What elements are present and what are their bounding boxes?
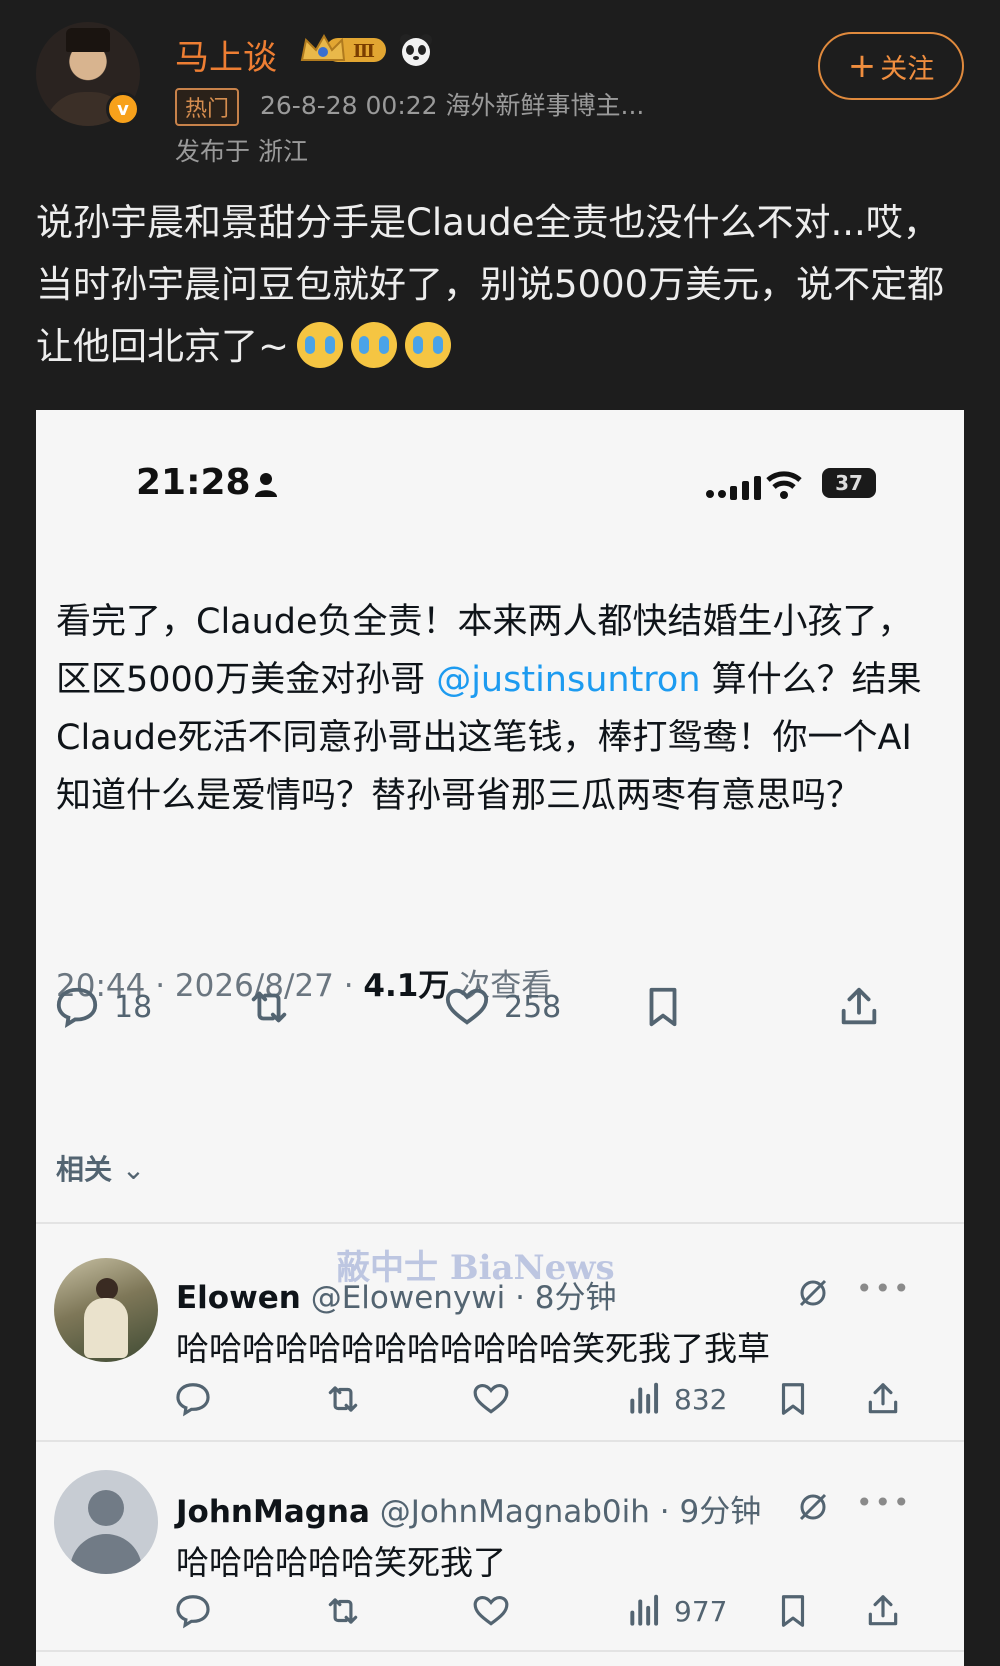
username[interactable]: 马上谈 <box>175 30 277 79</box>
retweet-icon <box>328 1386 358 1412</box>
reply-text: 哈哈哈哈哈哈哈哈哈哈哈哈笑死我了我草 <box>176 1329 770 1368</box>
views-count: 977 <box>674 1594 728 1628</box>
crying-emoji-icon <box>297 321 344 368</box>
grok-icon[interactable] <box>796 1490 830 1524</box>
hot-tag: 热门 <box>175 88 240 126</box>
share-icon <box>868 1595 898 1626</box>
retweet-button[interactable] <box>246 984 292 1030</box>
post-text-body: 说孙宇晨和景甜分手是Claude全责也没什么不对...哎，当时孙宇晨问豆包就好了… <box>36 201 945 368</box>
retweet-icon <box>251 991 287 1023</box>
reply-author-handle: @JohnMagnab0ih · 9分钟 <box>369 1494 762 1530</box>
post-location: 发布于 浙江 <box>175 137 308 166</box>
views-count: 832 <box>674 1382 728 1416</box>
share-button[interactable] <box>864 1380 902 1418</box>
share-button[interactable] <box>836 984 882 1030</box>
person-icon <box>255 473 277 497</box>
divider <box>36 1440 964 1442</box>
bookmark-button[interactable] <box>640 984 686 1030</box>
more-icon[interactable]: ••• <box>856 1272 912 1305</box>
watermark-text: 蔽中士 BiaNews <box>336 1248 615 1288</box>
crown-level-badge-icon: Ⅲ <box>300 33 386 62</box>
reply-text: 哈哈哈哈哈哈笑死我了 <box>176 1543 506 1582</box>
grok-icon[interactable] <box>796 1276 830 1310</box>
wifi-icon <box>766 471 802 499</box>
reply-author-name: JohnMagna <box>176 1494 370 1530</box>
reply-count: 18 <box>114 989 153 1025</box>
related-label: 相关 <box>56 1153 113 1186</box>
bookmark-icon <box>781 1383 805 1415</box>
share-button[interactable] <box>864 1592 902 1630</box>
follow-button[interactable]: + 关注 <box>818 32 964 100</box>
bookmark-icon <box>781 1595 805 1627</box>
reply-author[interactable]: JohnMagna @JohnMagnab0ih · 9分钟 <box>176 1486 761 1531</box>
verified-badge: v <box>106 92 140 126</box>
bookmark-icon <box>649 987 677 1027</box>
post-meta: 26-8-28 00:22 海外新鲜事博主... <box>260 91 645 120</box>
chevron-down-icon: ⌄ <box>121 1153 146 1186</box>
battery-icon: 37 <box>822 468 876 498</box>
tweet-text: 看完了，Claude负全责！本来两人都快结婚生小孩了，区区5000万美金对孙哥 … <box>56 593 946 825</box>
like-count: 258 <box>504 989 562 1025</box>
reply-icon <box>176 1383 210 1417</box>
crying-emoji-icon <box>351 321 398 368</box>
heart-icon <box>473 1595 509 1626</box>
reply-avatar[interactable] <box>54 1470 158 1574</box>
signal-icon <box>706 476 761 500</box>
more-icon[interactable]: ••• <box>856 1486 912 1519</box>
retweet-button[interactable] <box>324 1592 362 1630</box>
bookmark-button[interactable] <box>774 1592 812 1630</box>
share-icon <box>841 987 877 1025</box>
bookmark-button[interactable] <box>774 1380 812 1418</box>
crying-emoji-icon <box>405 321 452 368</box>
tweet-views: 4.1万 <box>363 968 450 1004</box>
reply-button[interactable] <box>174 1380 212 1418</box>
retweet-button[interactable] <box>324 1380 362 1418</box>
bar-chart-icon <box>630 1382 659 1414</box>
heart-icon <box>445 988 489 1025</box>
embedded-screenshot[interactable]: 21:28 37 看完了，Claude负全责！本来两人都快结婚生小孩了，区区50… <box>36 410 964 1666</box>
retweet-icon <box>328 1598 358 1624</box>
views-button[interactable]: 977 <box>626 1592 727 1630</box>
reply-icon <box>56 987 98 1029</box>
mention-link[interactable]: @justinsuntron <box>436 660 700 700</box>
post-text: 说孙宇晨和景甜分手是Claude全责也没什么不对...哎，当时孙宇晨问豆包就好了… <box>36 192 956 378</box>
views-button[interactable]: 832 <box>626 1380 727 1418</box>
level-badge-text: Ⅲ <box>353 41 375 62</box>
bar-chart-icon <box>630 1594 659 1626</box>
divider <box>36 1650 964 1652</box>
plus-icon: + <box>847 46 877 86</box>
reply-button[interactable]: 18 <box>54 984 152 1030</box>
reply-author-name: Elowen <box>176 1280 301 1316</box>
reply-icon <box>176 1595 210 1629</box>
follow-label: 关注 <box>880 53 935 85</box>
like-button[interactable] <box>472 1380 510 1418</box>
like-button[interactable]: 258 <box>444 984 561 1030</box>
reply-button[interactable] <box>174 1592 212 1630</box>
panda-icon <box>400 34 432 66</box>
related-dropdown[interactable]: 相关 ⌄ <box>56 1148 145 1188</box>
divider <box>36 1222 964 1224</box>
status-time: 21:28 <box>136 462 251 503</box>
share-icon <box>868 1383 898 1414</box>
reply-avatar[interactable] <box>54 1258 158 1362</box>
heart-icon <box>473 1383 509 1414</box>
like-button[interactable] <box>472 1592 510 1630</box>
